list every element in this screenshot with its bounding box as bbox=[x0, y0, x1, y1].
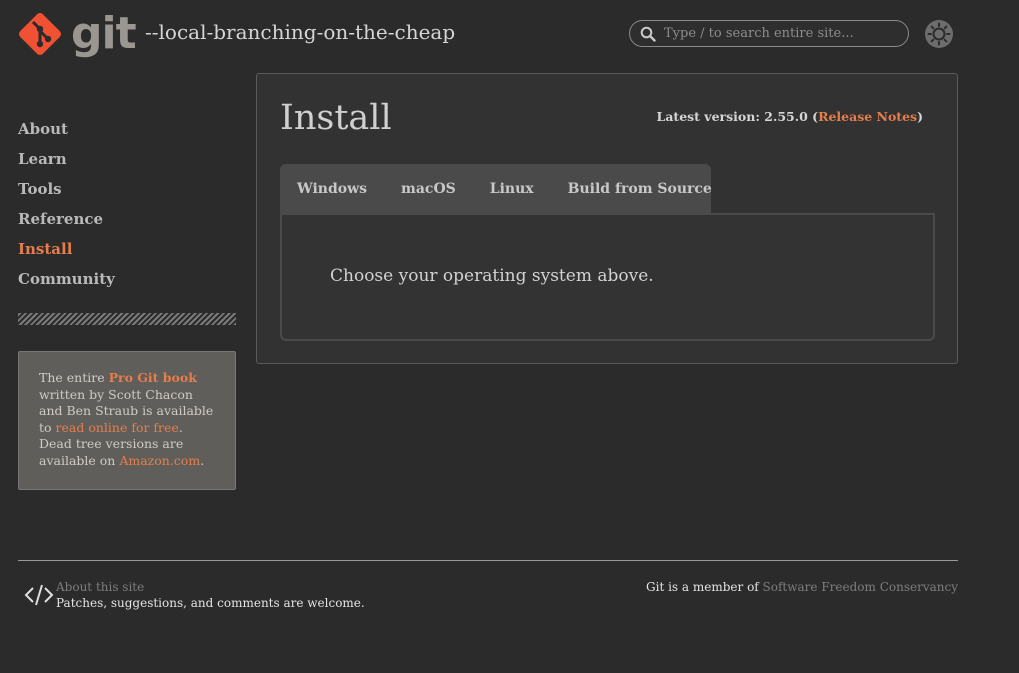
choose-os-message: Choose your operating system above. bbox=[330, 266, 654, 286]
logo-text: git bbox=[71, 8, 137, 59]
os-tabs: Windows macOS Linux Build from Source bbox=[280, 164, 712, 213]
book-text-4: . bbox=[200, 452, 205, 468]
version-prefix: Latest version: 2.55.0 ( bbox=[656, 109, 819, 124]
sidebar-item-reference[interactable]: Reference bbox=[18, 208, 236, 238]
install-panel: Install Latest version: 2.55.0 (Release … bbox=[256, 73, 958, 364]
code-icon bbox=[24, 584, 54, 606]
sidebar-item-install[interactable]: Install bbox=[18, 238, 236, 268]
tab-linux[interactable]: Linux bbox=[490, 181, 534, 197]
read-online-link[interactable]: read online for free bbox=[56, 420, 179, 435]
sidebar-divider bbox=[18, 313, 236, 325]
latest-version: Latest version: 2.55.0 (Release Notes) bbox=[657, 109, 923, 124]
about-site-link[interactable]: About this site bbox=[56, 580, 144, 594]
search-input[interactable] bbox=[664, 23, 899, 44]
pro-git-book-callout: The entire Pro Git book written by Scott… bbox=[18, 351, 236, 490]
tab-windows[interactable]: Windows bbox=[297, 181, 367, 197]
sidebar-item-community[interactable]: Community bbox=[18, 268, 236, 298]
sun-icon[interactable] bbox=[924, 19, 954, 49]
git-logo-icon bbox=[19, 13, 61, 55]
member-note: Git is a member of Software Freedom Cons… bbox=[646, 580, 958, 594]
sidebar-item-about[interactable]: About bbox=[18, 118, 236, 148]
sidebar-item-learn[interactable]: Learn bbox=[18, 148, 236, 178]
amazon-link[interactable]: Amazon.com bbox=[119, 453, 200, 468]
site-tagline: --local-branching-on-the-cheap bbox=[145, 20, 456, 44]
search-box bbox=[629, 20, 909, 47]
patches-note: Patches, suggestions, and comments are w… bbox=[56, 596, 365, 610]
release-notes-link[interactable]: Release Notes bbox=[818, 109, 917, 124]
footer-divider bbox=[18, 560, 958, 561]
tab-macos[interactable]: macOS bbox=[401, 181, 456, 197]
sfc-link[interactable]: Software Freedom Conservancy bbox=[763, 580, 958, 594]
version-suffix: ) bbox=[917, 109, 923, 124]
sidebar-item-tools[interactable]: Tools bbox=[18, 178, 236, 208]
page-title: Install bbox=[280, 98, 392, 138]
search-icon bbox=[640, 26, 656, 42]
pro-git-book-link[interactable]: Pro Git book bbox=[109, 370, 197, 385]
tab-content: Choose your operating system above. bbox=[280, 213, 935, 341]
sidebar-nav: About Learn Tools Reference Install Comm… bbox=[18, 118, 236, 298]
home-logo-link[interactable]: git bbox=[17, 8, 137, 59]
member-prefix: Git is a member of bbox=[646, 580, 763, 594]
tab-build-from-source[interactable]: Build from Source bbox=[568, 181, 712, 197]
book-text-1: The entire bbox=[39, 370, 109, 385]
